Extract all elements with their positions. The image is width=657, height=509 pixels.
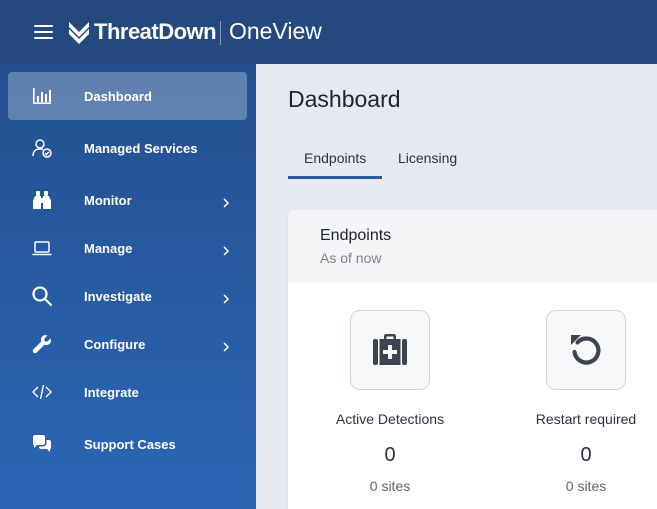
chevron-right-icon (221, 291, 231, 304)
brand-name: ThreatDown (94, 19, 217, 44)
wrench-icon (30, 332, 54, 356)
laptop-icon (30, 236, 54, 260)
hamburger-menu-icon[interactable] (34, 25, 53, 39)
sidebar-item-label: Dashboard (84, 88, 152, 104)
header-divider (220, 21, 221, 45)
tab-licensing[interactable]: Licensing (398, 150, 457, 166)
sidebar-item-investigate[interactable]: Investigate (8, 272, 247, 320)
sidebar-item-support-cases[interactable]: Support Cases (8, 420, 247, 468)
stat-icon-box[interactable] (350, 310, 430, 390)
sidebar: Dashboard Managed Services Monitor Manag… (0, 64, 256, 509)
medical-kit-icon (373, 334, 407, 365)
sidebar-item-dashboard[interactable]: Dashboard (8, 72, 247, 120)
brand-logo: ThreatDown (68, 19, 217, 45)
stat-active-detections[interactable]: Active Detections 0 0 sites (310, 310, 470, 494)
sidebar-item-integrate[interactable]: Integrate (8, 368, 247, 416)
stat-value: 0 (384, 444, 396, 466)
product-name: OneView (229, 18, 322, 44)
page-title: Dashboard (288, 86, 401, 112)
stat-value: 0 (580, 444, 592, 466)
sidebar-item-label: Configure (84, 336, 146, 352)
user-check-icon (30, 136, 54, 160)
code-icon (30, 380, 54, 404)
top-bar: ThreatDown OneView (0, 0, 657, 64)
card-title: Endpoints (320, 227, 392, 244)
sidebar-item-monitor[interactable]: Monitor (8, 176, 247, 224)
tab-endpoints[interactable]: Endpoints (304, 150, 366, 166)
binoculars-icon (30, 188, 54, 212)
bar-chart-icon (30, 84, 54, 108)
card-header: Endpoints As of now (288, 210, 657, 283)
main-content: Dashboard Endpoints Licensing Endpoints … (256, 64, 657, 509)
endpoints-card: Endpoints As of now Active Detections 0 … (288, 210, 657, 509)
sidebar-item-configure[interactable]: Configure (8, 320, 247, 368)
card-subtitle: As of now (320, 250, 382, 266)
sidebar-item-label: Managed Services (84, 140, 198, 156)
active-tab-indicator (288, 176, 382, 179)
chat-bubbles-icon (30, 432, 54, 456)
sidebar-item-label: Manage (84, 240, 133, 256)
stat-label: Restart required (535, 411, 637, 427)
sidebar-item-manage[interactable]: Manage (8, 224, 247, 272)
sidebar-item-managed-services[interactable]: Managed Services (8, 124, 247, 172)
stat-restart-required[interactable]: Restart required 0 0 sites (506, 310, 657, 494)
chevron-right-icon (221, 339, 231, 352)
chevron-right-icon (221, 243, 231, 256)
restart-icon (571, 335, 601, 365)
sidebar-item-label: Integrate (84, 384, 139, 400)
stat-label: Active Detections (335, 411, 445, 427)
search-icon (30, 284, 54, 308)
sidebar-item-label: Monitor (84, 192, 132, 208)
chevron-right-icon (221, 195, 231, 208)
threatdown-chevron-icon (69, 22, 89, 44)
stat-sites: 0 sites (369, 478, 411, 494)
stat-icon-box[interactable] (546, 310, 626, 390)
sidebar-item-label: Support Cases (84, 436, 176, 452)
stat-sites: 0 sites (565, 478, 607, 494)
sidebar-item-label: Investigate (84, 288, 152, 304)
